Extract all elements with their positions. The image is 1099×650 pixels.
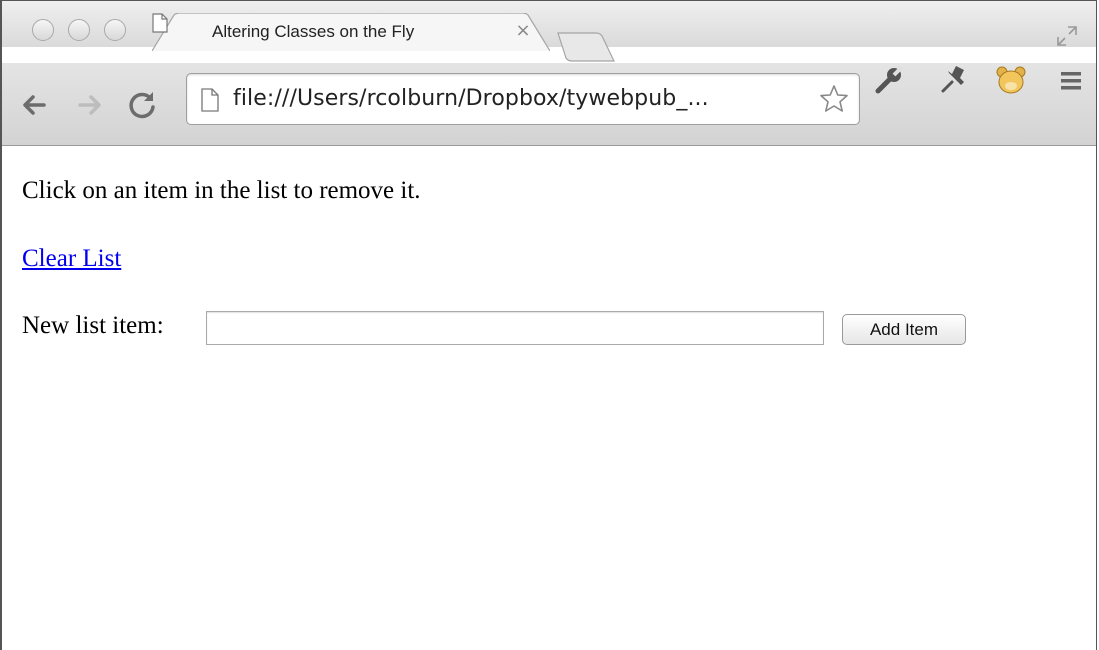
clear-list-link[interactable]: Clear List (22, 245, 121, 273)
close-window-button[interactable] (32, 19, 54, 41)
fullscreen-icon[interactable] (1056, 25, 1078, 47)
instructions-text: Click on an item in the list to remove i… (22, 177, 421, 204)
new-item-input[interactable] (206, 311, 824, 345)
back-arrow-icon[interactable] (16, 87, 52, 123)
bear-extension-icon[interactable] (994, 63, 1028, 97)
tab-close-icon[interactable]: × (513, 19, 533, 43)
pin-icon[interactable] (937, 63, 971, 97)
browser-window: Altering Classes on the Fly × file:///Us… (0, 0, 1097, 650)
tab-active[interactable]: Altering Classes on the Fly × (152, 13, 550, 51)
reload-icon[interactable] (124, 87, 160, 123)
page-content: Click on an item in the list to remove i… (2, 149, 1096, 650)
zoom-window-button[interactable] (104, 19, 126, 41)
star-icon[interactable] (819, 84, 849, 114)
new-item-label: New list item: (22, 312, 164, 339)
add-item-button[interactable]: Add Item (842, 314, 966, 345)
menu-icon[interactable] (1054, 63, 1088, 97)
minimize-window-button[interactable] (68, 19, 90, 41)
tab-title: Altering Classes on the Fly (212, 22, 415, 41)
page-icon (201, 88, 219, 112)
new-tab-button[interactable] (556, 31, 616, 63)
forward-arrow-icon[interactable] (72, 87, 108, 123)
wrench-icon[interactable] (872, 63, 906, 97)
address-bar[interactable]: file:///Users/rcolburn/Dropbox/tywebpub_… (186, 73, 860, 125)
page-icon (152, 13, 168, 33)
tab-strip: Altering Classes on the Fly × (2, 1, 1096, 62)
url-text[interactable]: file:///Users/rcolburn/Dropbox/tywebpub_… (233, 86, 709, 111)
toolbar: file:///Users/rcolburn/Dropbox/tywebpub_… (2, 63, 1096, 146)
